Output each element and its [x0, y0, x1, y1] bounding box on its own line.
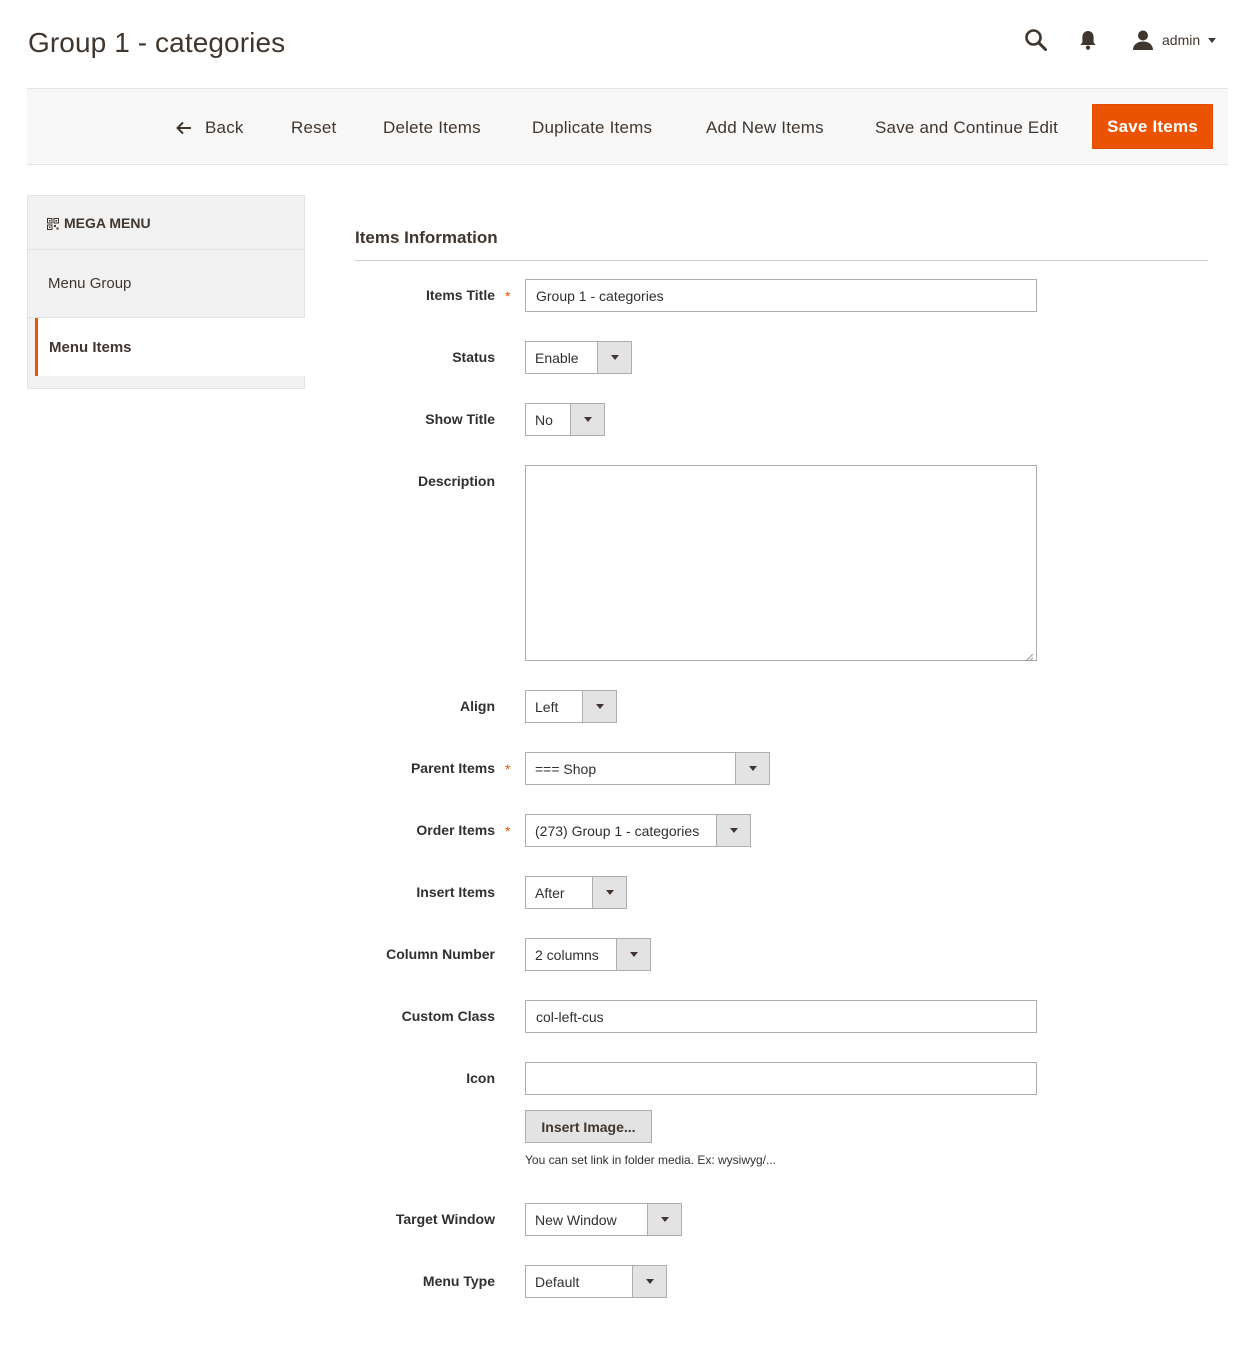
status-label: Status — [452, 349, 495, 365]
duplicate-items-button[interactable]: Duplicate Items — [532, 89, 652, 166]
save-and-continue-button[interactable]: Save and Continue Edit — [875, 89, 1058, 166]
dropdown-arrow-icon — [597, 342, 631, 373]
page-title: Group 1 - categories — [28, 27, 286, 58]
delete-items-button[interactable]: Delete Items — [383, 89, 481, 166]
sidebar-item-menu-group[interactable]: Menu Group — [28, 250, 304, 318]
description-label: Description — [417, 473, 495, 489]
back-label: Back — [205, 117, 244, 137]
bell-icon[interactable] — [1078, 29, 1098, 51]
search-icon[interactable] — [1024, 28, 1048, 52]
parent-items-label: Parent Items — [410, 760, 495, 776]
items-title-label: Items Title — [426, 287, 495, 303]
required-mark: * — [505, 288, 511, 304]
insert-items-select[interactable]: After — [525, 876, 627, 909]
dropdown-arrow-icon — [592, 877, 626, 908]
parent-items-select[interactable]: === Shop — [525, 752, 770, 785]
status-select[interactable]: Enable — [525, 341, 632, 374]
order-items-label: Order Items — [416, 822, 495, 838]
show-title-select[interactable]: No — [525, 403, 605, 436]
items-title-input[interactable]: Group 1 - categories — [525, 279, 1037, 312]
dropdown-arrow-icon — [582, 691, 616, 722]
target-window-label: Target Window — [395, 1211, 495, 1227]
dropdown-arrow-icon — [735, 753, 769, 784]
section-title: Items Information — [355, 228, 498, 247]
description-textarea[interactable] — [525, 465, 1037, 662]
sidebar: MEGA MENU Menu Group Menu Items — [27, 195, 306, 389]
align-label: Align — [460, 698, 495, 714]
page-actions-toolbar: Back Reset Delete Items Duplicate Items … — [27, 88, 1228, 165]
order-items-select[interactable]: (273) Group 1 - categories — [525, 814, 751, 847]
dropdown-arrow-icon — [570, 404, 604, 435]
menu-type-select[interactable]: Default — [525, 1265, 667, 1298]
resize-grip-icon[interactable] — [1025, 649, 1034, 662]
icon-input[interactable] — [525, 1062, 1037, 1095]
column-number-label: Column Number — [386, 946, 495, 962]
target-window-select[interactable]: New Window — [525, 1203, 682, 1236]
required-mark: * — [505, 761, 511, 777]
dropdown-arrow-icon — [616, 939, 650, 970]
icon-label: Icon — [466, 1070, 495, 1086]
align-select[interactable]: Left — [525, 690, 617, 723]
custom-class-input[interactable]: col-left-cus — [525, 1000, 1037, 1033]
insert-items-label: Insert Items — [416, 884, 495, 900]
sidebar-title-label: MEGA MENU — [64, 214, 151, 231]
user-icon — [1132, 29, 1154, 51]
back-button[interactable]: Back — [175, 89, 244, 166]
sidebar-title: MEGA MENU — [28, 196, 304, 250]
column-number-select[interactable]: 2 columns — [525, 938, 651, 971]
custom-class-label: Custom Class — [401, 1008, 495, 1024]
insert-image-button[interactable]: Insert Image... — [525, 1110, 652, 1143]
chevron-down-icon — [1208, 37, 1217, 43]
arrow-left-icon — [175, 120, 193, 136]
user-name: admin — [1162, 32, 1201, 48]
required-mark: * — [505, 823, 511, 839]
dropdown-arrow-icon — [716, 815, 750, 846]
qr-grid-icon — [47, 217, 59, 230]
icon-note: You can set link in folder media. Ex: wy… — [525, 1153, 777, 1167]
sidebar-item-menu-items[interactable]: Menu Items — [35, 318, 306, 376]
save-items-button[interactable]: Save Items — [1092, 104, 1213, 149]
add-new-items-button[interactable]: Add New Items — [706, 89, 824, 166]
user-menu[interactable]: admin — [1132, 28, 1217, 52]
dropdown-arrow-icon — [632, 1266, 666, 1297]
section-divider — [355, 260, 1208, 261]
dropdown-arrow-icon — [647, 1204, 681, 1235]
show-title-label: Show Title — [425, 411, 495, 427]
reset-button[interactable]: Reset — [291, 89, 336, 166]
menu-type-label: Menu Type — [422, 1273, 495, 1289]
